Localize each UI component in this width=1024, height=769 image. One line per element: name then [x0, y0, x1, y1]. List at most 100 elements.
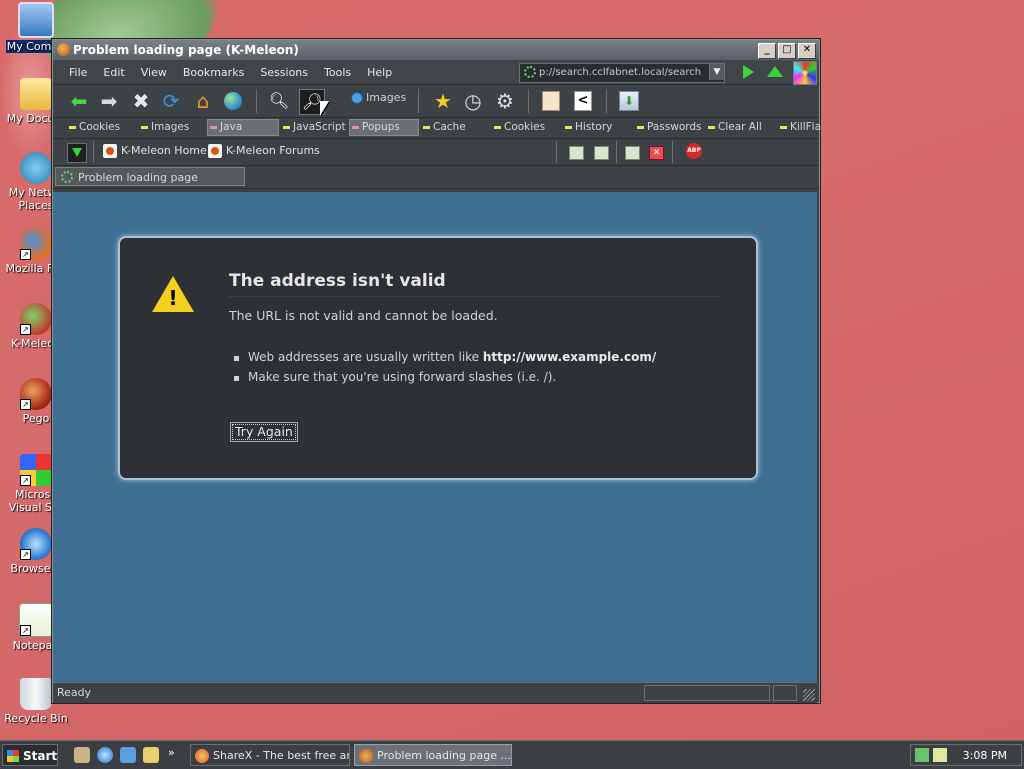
suggestion-item: Make sure that you're using forward slas… — [234, 370, 656, 384]
maximize-button[interactable]: □ — [778, 43, 796, 59]
taskbar: Start » ShareX - The best free an... Pro… — [0, 740, 1024, 769]
quicklaunch-desktop-icon[interactable] — [74, 747, 90, 763]
toolbar-separator — [616, 141, 617, 163]
toolbar-separator — [556, 141, 557, 163]
privacy-passwords-clear[interactable]: Passwords — [635, 120, 702, 135]
window-titlebar[interactable]: Problem loading page (K-Meleon) _ □ ✕ — [53, 40, 819, 60]
network-icon — [20, 152, 52, 184]
images-toggle-button[interactable]: Images — [351, 91, 406, 104]
history-clock-icon[interactable]: ◷ — [461, 89, 485, 113]
error-suggestions: Web addresses are usually written like h… — [234, 350, 656, 390]
go-arrow-icon[interactable] — [743, 65, 754, 79]
resize-grip[interactable] — [803, 689, 815, 701]
k-meleon-favicon-icon — [208, 144, 222, 158]
menu-sessions[interactable]: Sessions — [252, 66, 316, 79]
address-dropdown-icon[interactable]: ▼ — [709, 64, 724, 80]
view-source-icon[interactable]: < — [571, 89, 595, 113]
status-bar: Ready — [53, 682, 817, 703]
mouse-cursor-icon — [320, 101, 329, 116]
images-icon — [351, 92, 363, 104]
zoom-in-icon[interactable]: 🔍︎ — [267, 89, 291, 113]
bookmark-star-icon[interactable]: ★ — [431, 89, 455, 113]
home-icon[interactable]: ⌂ — [191, 89, 215, 113]
tray-app-icon[interactable] — [933, 748, 947, 762]
suggestion-text: Web addresses are usually written like — [248, 350, 483, 364]
privacy-javascript-toggle[interactable]: JavaScript — [281, 120, 346, 135]
shortcut-arrow-icon: ↗ — [20, 549, 31, 560]
go-up-icon[interactable] — [767, 66, 783, 77]
link-k-meleon-home[interactable]: K-Meleon Home — [103, 144, 207, 158]
close-button[interactable]: ✕ — [798, 43, 816, 59]
sharex-icon — [195, 749, 209, 763]
tab-bar: Problem loading page — [53, 166, 819, 189]
notepad-icon: ↗ — [19, 603, 53, 637]
privacy-java-toggle[interactable]: Java — [207, 119, 279, 136]
privacy-cache-toggle[interactable]: Cache — [421, 120, 466, 135]
link-k-meleon-forums[interactable]: K-Meleon Forums — [208, 144, 320, 158]
error-divider — [229, 296, 721, 297]
shortcut-arrow-icon: ↗ — [20, 625, 31, 636]
k-meleon-favicon-icon — [103, 144, 117, 158]
close-tab-icon[interactable]: ✕ — [649, 146, 664, 160]
taskbar-item-sharex[interactable]: ShareX - The best free an... — [190, 744, 350, 766]
system-tray: 3:08 PM — [910, 744, 1022, 766]
quicklaunch-ie-icon[interactable] — [97, 747, 113, 763]
tray-network-icon[interactable] — [915, 748, 929, 762]
menu-bookmarks[interactable]: Bookmarks — [175, 66, 252, 79]
privacy-history-clear[interactable]: History — [563, 120, 612, 135]
shortcut-arrow-icon: ↗ — [20, 249, 31, 260]
new-window-icon[interactable] — [569, 146, 584, 160]
error-dialog: ! The address isn't valid The URL is not… — [118, 236, 758, 480]
windows-logo-icon — [7, 750, 19, 762]
error-description: The URL is not valid and cannot be loade… — [229, 308, 498, 323]
add-tab-icon[interactable] — [625, 146, 640, 160]
page-info-icon[interactable] — [539, 89, 563, 113]
privacy-cookies-toggle[interactable]: Cookies — [67, 120, 120, 135]
address-bar[interactable]: p://search.cclfabnet.local/search ▼ — [519, 63, 725, 83]
start-button[interactable]: Start — [2, 744, 58, 766]
status-text: Ready — [57, 686, 92, 699]
navigation-toolbar: ⬅ ➡ ✖ ⟳ ⌂ 🔍︎ 🔎︎ Images ★ ◷ ⚙ < ⬇ — [53, 85, 819, 118]
download-manager-icon[interactable]: ⬇ — [617, 89, 641, 113]
download-arrow-icon[interactable] — [67, 143, 87, 163]
privacy-clear-all[interactable]: Clear All — [706, 120, 762, 135]
menu-edit[interactable]: Edit — [95, 66, 132, 79]
toolbar-separator — [528, 89, 529, 113]
taskbar-item-problem-loading-page[interactable]: Problem loading page ... — [354, 744, 512, 766]
k-meleon-icon: ↗ — [20, 303, 52, 335]
new-tab-icon[interactable] — [594, 146, 609, 160]
forward-arrow-icon[interactable]: ➡ — [97, 89, 121, 113]
k-meleon-app-icon — [57, 43, 70, 56]
address-value: p://search.cclfabnet.local/search — [539, 67, 702, 78]
quicklaunch-expand-icon[interactable]: » — [168, 746, 175, 759]
error-title: The address isn't valid — [229, 271, 446, 291]
menu-bar: File Edit View Bookmarks Sessions Tools … — [53, 60, 819, 85]
tab-problem-loading-page[interactable]: Problem loading page — [55, 167, 245, 186]
menu-tools[interactable]: Tools — [316, 66, 359, 79]
stop-icon[interactable]: ✖ — [129, 89, 153, 113]
back-arrow-icon[interactable]: ⬅ — [67, 89, 91, 113]
menu-view[interactable]: View — [133, 66, 175, 79]
privacy-popups-toggle[interactable]: Popups — [349, 119, 419, 136]
privacy-killflash[interactable]: KillFla — [778, 120, 821, 135]
privacy-images-toggle[interactable]: Images — [139, 120, 189, 135]
settings-gear-icon[interactable]: ⚙ — [493, 89, 517, 113]
toolbar-separator — [418, 89, 419, 113]
menu-file[interactable]: File — [61, 66, 95, 79]
status-pane-icon — [773, 685, 797, 701]
status-pane — [644, 685, 770, 701]
quicklaunch-search-icon[interactable] — [143, 747, 159, 763]
globe-icon[interactable] — [221, 89, 245, 113]
toolbar-separator — [672, 141, 673, 163]
quicklaunch-outlook-icon[interactable] — [120, 747, 136, 763]
adblock-plus-icon[interactable]: ABP — [686, 143, 702, 159]
start-label: Start — [23, 749, 58, 763]
try-again-button[interactable]: Try Again — [230, 422, 298, 442]
menu-help[interactable]: Help — [359, 66, 400, 79]
minimize-button[interactable]: _ — [758, 43, 776, 59]
reload-icon[interactable]: ⟳ — [159, 89, 183, 113]
computer-icon — [18, 2, 54, 38]
link-label: K-Meleon Home — [121, 144, 207, 157]
tab-label: Problem loading page — [78, 171, 198, 184]
privacy-cookies-clear[interactable]: Cookies — [492, 120, 545, 135]
